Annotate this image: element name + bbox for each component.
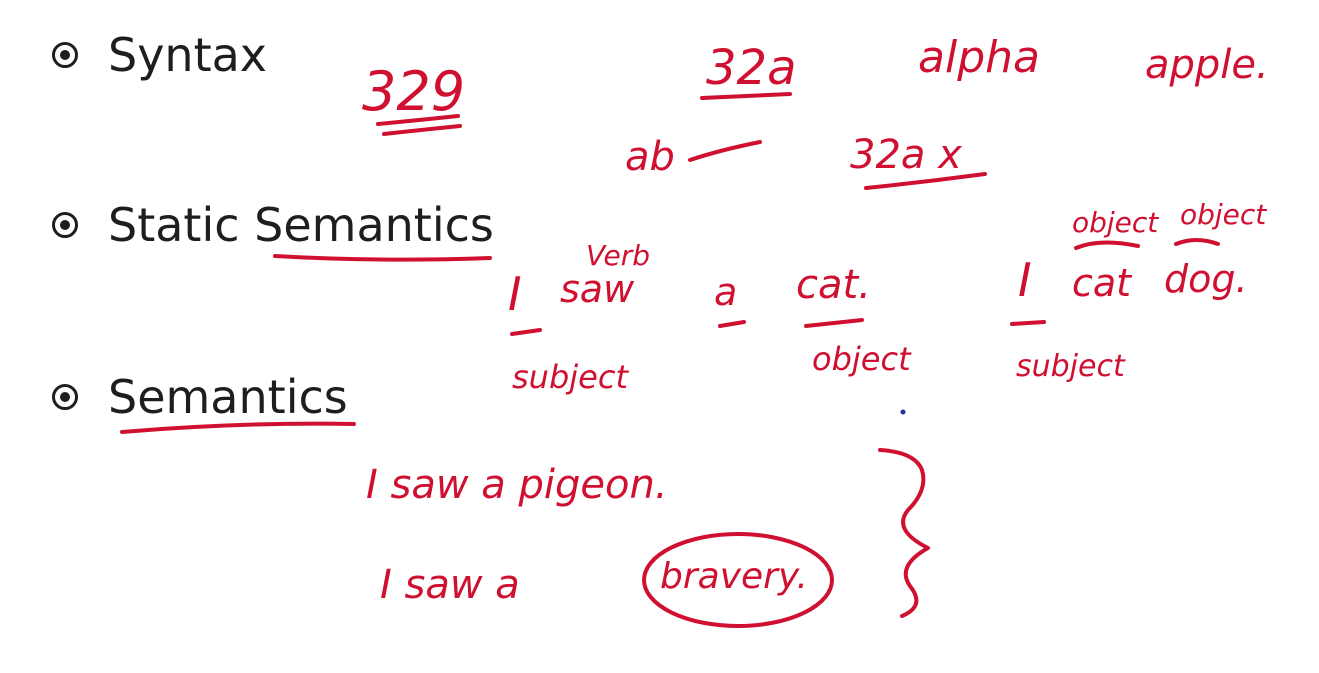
underline-semantics — [273, 254, 492, 262]
underline-semantics-bullet — [120, 421, 356, 434]
underline — [510, 328, 542, 336]
underline — [1010, 320, 1046, 326]
note-i: I — [508, 267, 522, 321]
note-object-cat: object — [1072, 206, 1159, 239]
underline — [718, 320, 746, 328]
note-bravery: bravery. — [660, 556, 808, 597]
note-apple: apple. — [1145, 42, 1269, 88]
note-cat2: cat — [1072, 261, 1133, 305]
underline — [804, 318, 864, 328]
dot — [900, 409, 906, 415]
note-verb: Verb — [586, 239, 650, 272]
note-object: object — [812, 340, 912, 378]
underline — [382, 124, 462, 136]
note-dog: dog. — [1164, 257, 1248, 301]
slide: Syntax Static Semantics Semantics 329 32… — [0, 0, 1319, 673]
note-i2: I — [1018, 253, 1032, 307]
brace — [1074, 240, 1140, 250]
curly-brace — [878, 448, 930, 618]
note-subject: subject — [512, 358, 629, 396]
note-ab: ab — [625, 134, 675, 180]
note-cat: cat. — [796, 262, 871, 308]
note-alpha: alpha — [918, 32, 1040, 83]
note-329: 329 — [362, 60, 465, 123]
brace — [1174, 238, 1220, 246]
note-saw: saw — [560, 267, 635, 311]
note-32ax: 32a x — [850, 132, 962, 178]
note-32a: 32a — [706, 40, 797, 96]
note-pigeon-sentence: I saw a pigeon. — [366, 462, 668, 508]
handwritten-annotations: 329 32a alpha apple. ab 32a x I saw Verb… — [120, 32, 1269, 628]
scribble — [688, 140, 762, 162]
note-a: a — [714, 270, 737, 314]
note-bravery-start: I saw a — [380, 562, 520, 608]
note-object-dog: object — [1180, 198, 1267, 231]
note-subject2: subject — [1016, 349, 1126, 384]
